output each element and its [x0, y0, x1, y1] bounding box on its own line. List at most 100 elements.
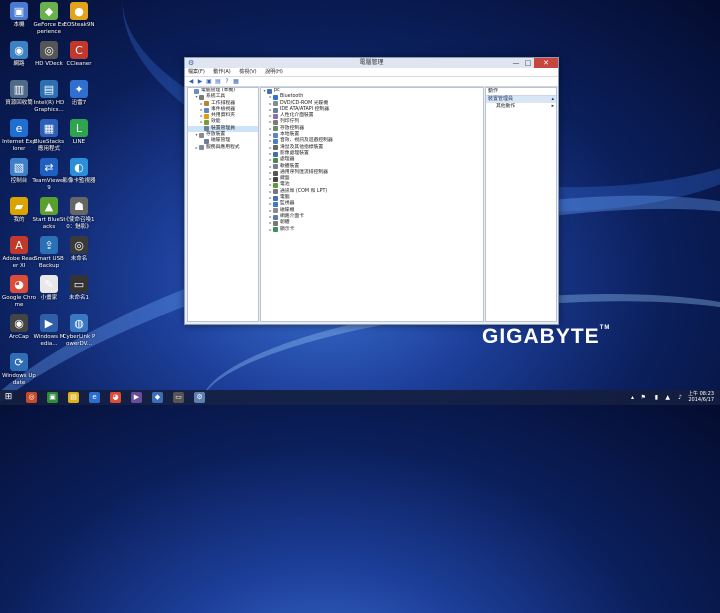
battery-icon[interactable]: ▮ — [655, 392, 658, 403]
taskbar-clock[interactable]: 上午 08:23 2014/6/17 — [688, 391, 714, 403]
desktop-icon[interactable]: ▤ Intel(R) HD Graphics... — [32, 80, 66, 113]
desktop-icon[interactable]: ◍ CyberLink PowerDV... — [62, 314, 96, 347]
control-panel-icon: ▧ — [10, 158, 28, 176]
computer-management-window[interactable]: ⚙ 電腦管理 — □ ✕ 檔案(F) 動作(A) 檢視(V) 說明(H) ◀ ▶… — [184, 57, 559, 325]
toolbar: ◀ ▶ ▣ ▤ ? ▦ — [185, 77, 558, 87]
desktop-icon-label: HD VDeck — [35, 61, 63, 67]
desktop-icon[interactable]: ✎ 小畫家 — [32, 275, 66, 302]
submenu-arrow-icon: ▸ — [551, 104, 554, 109]
app-icon: ● — [70, 2, 88, 20]
desktop-icon[interactable]: ☗ 《使命召喚10：魅影》 — [62, 197, 96, 230]
desktop-icon[interactable]: ◎ 未命名 — [62, 236, 96, 263]
taskbar-ie[interactable]: e — [89, 392, 100, 403]
start-button[interactable]: ⊞ — [3, 392, 14, 403]
desktop-icon[interactable]: ◉ 網路 — [2, 41, 36, 68]
device-category-icon — [273, 145, 278, 151]
desktop-icon[interactable]: C CCleaner — [62, 41, 96, 68]
forward-icon[interactable]: ▶ — [196, 78, 204, 85]
desktop-icon[interactable]: e Internet Explorer — [2, 119, 36, 152]
desktop-icon-label: 《使命召喚10：魅影》 — [63, 217, 95, 230]
menu-help[interactable]: 說明(H) — [265, 69, 283, 75]
view-icon[interactable]: ▦ — [232, 78, 240, 85]
up-icon[interactable]: ▣ — [205, 78, 213, 85]
desktop-icon[interactable]: ⟳ Windows Update — [2, 353, 36, 386]
desktop-icon[interactable]: ◎ HD VDeck — [32, 41, 66, 68]
desktop-icon-label: ArcCap — [9, 334, 29, 340]
desktop-icon[interactable]: ▲ Start BlueStacks — [32, 197, 66, 230]
taskbar-app-2[interactable]: ▣ — [47, 392, 58, 403]
menu-view[interactable]: 檢視(V) — [239, 69, 256, 75]
tray-expand-icon[interactable]: ▴ — [631, 392, 634, 403]
menu-bar: 檔案(F) 動作(A) 檢視(V) 說明(H) — [185, 68, 558, 77]
device-category-icon — [273, 151, 278, 157]
trademark-mark: TM — [599, 325, 611, 331]
title-bar[interactable]: ⚙ 電腦管理 — □ ✕ — [185, 58, 558, 68]
menu-action[interactable]: 動作(A) — [213, 69, 230, 75]
desktop-icon[interactable]: ◆ GeForce Experience — [32, 2, 66, 35]
maximize-button[interactable]: □ — [522, 58, 534, 68]
taskbar-app-1[interactable]: ◎ — [26, 392, 37, 403]
desktop-icon[interactable]: ▥ 資源回收筒 — [2, 80, 36, 107]
more-actions-item[interactable]: 其他動作 ▸ — [486, 103, 556, 110]
desktop-icon[interactable]: ✦ 迅雷7 — [62, 80, 96, 107]
help-icon[interactable]: ? — [223, 78, 231, 85]
device-list-pane[interactable]: ▾ pc ▸ Bluetooth ▸ DVD/CD-ROM 光碟機 ▸ IDE ATA/ATA… — [260, 87, 484, 322]
desktop-icon[interactable]: ▶ Windows Media... — [32, 314, 66, 347]
desktop-icon-label: Windows Media... — [33, 334, 65, 347]
close-button[interactable]: ✕ — [534, 58, 558, 68]
flag-icon[interactable]: ⚑ — [641, 392, 646, 403]
network-icon[interactable]: ▲ — [665, 392, 670, 403]
taskbar-app-7[interactable]: ◆ — [152, 392, 163, 403]
minimize-button[interactable]: — — [510, 58, 522, 68]
console-tree-pane[interactable]: 電腦管理 (本機) ▾ 系統工具 ▸ 工作排程器 ▸ 事件檢視器 ▸ 共用資料夾 ▸ 效能 裝置管理員… — [187, 87, 259, 322]
desktop-icon[interactable]: ◕ Google Chrome — [2, 275, 36, 308]
tree-node-icon — [204, 126, 209, 132]
desktop-icon[interactable]: ▣ 本機 — [2, 2, 36, 29]
desktop-icon[interactable]: A Adobe Reader XI — [2, 236, 36, 269]
desktop-icon[interactable]: ▦ BlueStacks 應用程式 — [32, 119, 66, 152]
desktop-icon-label: 小畫家 — [40, 295, 58, 301]
desktop-icon[interactable]: ▧ 控制台 — [2, 158, 36, 185]
device-category[interactable]: ▸ 顯示卡 — [261, 227, 483, 233]
taskbar-app-8[interactable]: ▭ — [173, 392, 184, 403]
desktop-icon[interactable]: ▰ 我的 — [2, 197, 36, 224]
device-root-label: pc — [274, 88, 280, 93]
desktop-icon[interactable]: L LINE — [62, 119, 96, 146]
desktop-icon-label: Smart USB Backup — [34, 256, 64, 269]
volume-icon[interactable]: ♪ — [678, 392, 682, 403]
desktop-icon[interactable]: ◉ ArcCap — [2, 314, 36, 341]
desktop-icon[interactable]: ⇪ Smart USB Backup — [32, 236, 66, 269]
taskbar-file-explorer[interactable]: ▤ — [68, 392, 79, 403]
desktop-icon[interactable]: ● EOSteak9N — [62, 2, 96, 29]
thunder-icon: ✦ — [70, 80, 88, 98]
intel-graphics-icon: ▤ — [40, 80, 58, 98]
dvd-icon: ◎ — [40, 41, 58, 59]
tree-node-icon — [204, 101, 209, 107]
chrome-icon: ◕ — [10, 275, 28, 293]
actions-group-label: 裝置管理員 — [488, 96, 514, 102]
desktop-icon[interactable]: ▭ 未命名1 — [62, 275, 96, 302]
desktop-icon[interactable]: ◐ 影像卡監視器 — [62, 158, 96, 185]
shortcut-icon: ◎ — [70, 236, 88, 254]
device-category-icon — [273, 227, 278, 233]
device-category-icon — [273, 157, 278, 163]
desktop-icon-label: 網路 — [13, 61, 25, 67]
taskbar-media[interactable]: ▶ — [131, 392, 142, 403]
device-category-icon — [273, 126, 278, 132]
desktop-icon-label: GeForce Experience — [33, 22, 65, 35]
actions-group-device-manager[interactable]: 裝置管理員 ▴ — [486, 96, 556, 103]
menu-file[interactable]: 檔案(F) — [188, 69, 205, 75]
brand-text: GIGABYTE — [482, 325, 600, 348]
actions-header: 動作 — [486, 88, 556, 96]
taskbar-computer-management[interactable]: ⚙ — [194, 392, 205, 403]
media-icon: ▶ — [40, 314, 58, 332]
desktop-icon[interactable]: ⇄ TeamViewer 9 — [32, 158, 66, 191]
video-icon: ▭ — [70, 275, 88, 293]
back-icon[interactable]: ◀ — [187, 78, 195, 85]
properties-icon[interactable]: ▤ — [214, 78, 222, 85]
desktop-icon-label: 控制台 — [10, 178, 28, 184]
tree-item[interactable]: ▸ 服務與應用程式 — [188, 145, 258, 151]
desktop-icon-label: Start BlueStacks — [32, 217, 66, 230]
taskbar-chrome[interactable]: ◕ — [110, 392, 121, 403]
device-category-icon — [273, 208, 278, 214]
